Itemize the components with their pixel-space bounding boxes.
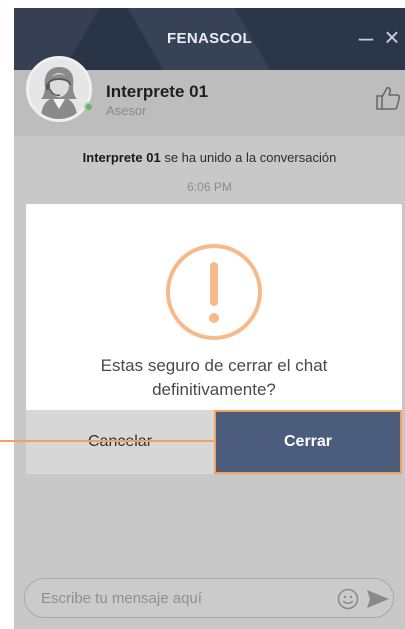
chat-widget: FENASCOL – × Interprete 01 Asesor Interp… [14, 8, 405, 629]
system-message-name: Interprete 01 [82, 150, 161, 165]
chat-title: FENASCOL [167, 30, 252, 47]
system-message-text: se ha unido a la conversación [160, 150, 337, 165]
emoji-icon[interactable] [337, 588, 359, 610]
online-status-dot [84, 102, 94, 112]
confirm-close-button[interactable]: Cerrar [214, 410, 402, 474]
minimize-button[interactable]: – [352, 22, 380, 52]
message-input-placeholder: Escribe tu mensaje aquí [41, 590, 202, 607]
dialog-message: Estas seguro de cerrar el chat definitiv… [100, 356, 328, 399]
agent-role: Asesor [106, 103, 147, 118]
exclamation-circle-icon [166, 244, 262, 340]
composer-bar: Escribe tu mensaje aquí [14, 570, 405, 629]
agent-avatar-icon [29, 59, 89, 119]
confirm-dialog: Estas seguro de cerrar el chat definitiv… [26, 204, 402, 474]
cancel-button[interactable]: Cancelar [26, 410, 214, 474]
message-input[interactable]: Escribe tu mensaje aquí [24, 578, 394, 618]
agent-name: Interprete 01 [106, 82, 209, 101]
thumbs-up-icon[interactable] [374, 84, 402, 112]
avatar [26, 56, 92, 122]
close-button[interactable]: × [378, 22, 405, 52]
system-message: Interprete 01 se ha unido a la conversac… [14, 150, 405, 165]
agent-bar: Interprete 01 Asesor [14, 56, 405, 136]
pointer-line [0, 440, 214, 442]
send-icon[interactable] [365, 587, 391, 611]
message-time: 6:06 PM [187, 180, 232, 194]
